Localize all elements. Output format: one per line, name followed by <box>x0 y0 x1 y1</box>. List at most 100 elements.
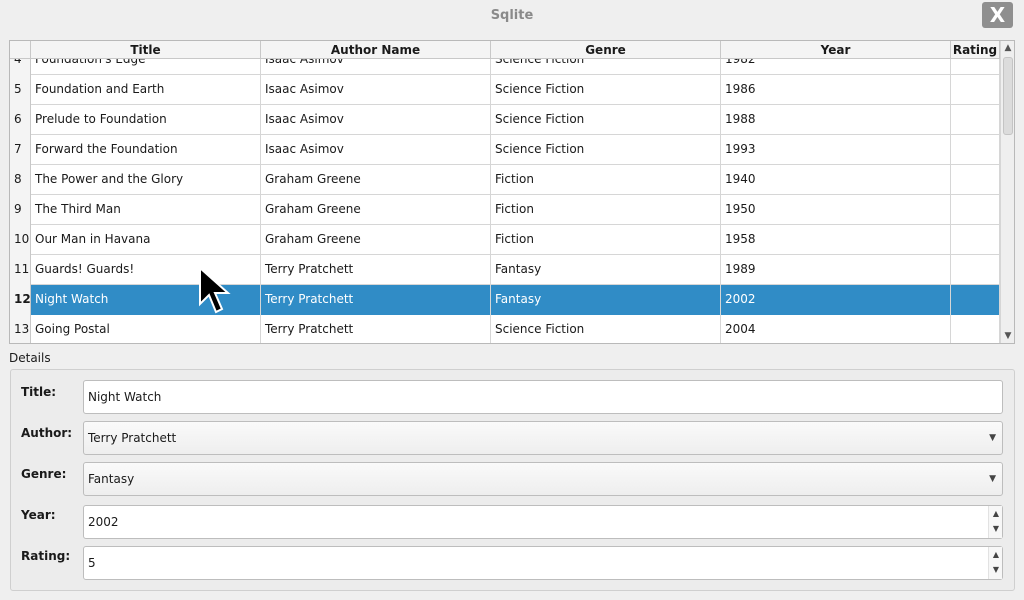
row-number[interactable]: 5 <box>10 75 31 105</box>
table-row[interactable]: 6 Prelude to Foundation Isaac Asimov Scienc… <box>10 105 1000 135</box>
year-spinbox[interactable]: 2002 ▲ ▼ <box>83 505 1003 539</box>
rating-spinbox[interactable]: 5 ▲ ▼ <box>83 546 1003 580</box>
cell-genre[interactable]: Science Fiction <box>491 105 721 135</box>
cell-author[interactable]: Terry Pratchett <box>261 285 491 315</box>
author-combobox[interactable]: Terry Pratchett ▼ <box>83 421 1003 455</box>
cell-rating[interactable] <box>951 59 1000 75</box>
column-header-author[interactable]: Author Name <box>261 41 491 59</box>
cell-genre[interactable]: Fantasy <box>491 255 721 285</box>
cell-year[interactable]: 1993 <box>721 135 951 165</box>
chevron-down-icon[interactable]: ▼ <box>991 522 1001 536</box>
cell-rating[interactable] <box>951 75 1000 105</box>
row-number[interactable]: 6 <box>10 105 31 135</box>
column-header-year[interactable]: Year <box>721 41 951 59</box>
mouse-pointer-icon <box>199 266 231 314</box>
cell-genre[interactable]: Science Fiction <box>491 59 721 75</box>
cell-author[interactable]: Terry Pratchett <box>261 255 491 285</box>
title-bar: Sqlite X <box>0 0 1024 34</box>
scroll-up-icon[interactable]: ▲ <box>1003 43 1013 53</box>
cell-rating[interactable] <box>951 255 1000 285</box>
row-number[interactable]: 9 <box>10 195 31 225</box>
cell-rating[interactable] <box>951 165 1000 195</box>
genre-combobox[interactable]: Fantasy ▼ <box>83 462 1003 496</box>
row-number[interactable]: 10 <box>10 225 31 255</box>
cell-genre[interactable]: Science Fiction <box>491 75 721 105</box>
table-row[interactable]: 10 Our Man in Havana Graham Greene Fiction 1… <box>10 225 1000 255</box>
cell-rating[interactable] <box>951 105 1000 135</box>
table-header: Title Author Name Genre Year Rating <box>10 41 1000 59</box>
table-row[interactable]: 8 The Power and the Glory Graham Greene Fic… <box>10 165 1000 195</box>
cell-author[interactable]: Isaac Asimov <box>261 135 491 165</box>
chevron-up-icon[interactable]: ▲ <box>991 507 1001 521</box>
cell-genre[interactable]: Science Fiction <box>491 135 721 165</box>
year-label: Year: <box>21 508 56 522</box>
cell-author[interactable]: Isaac Asimov <box>261 75 491 105</box>
cell-genre[interactable]: Science Fiction <box>491 315 721 343</box>
chevron-down-icon: ▼ <box>989 433 996 443</box>
cell-genre[interactable]: Fiction <box>491 195 721 225</box>
row-number[interactable]: 13 <box>10 315 31 343</box>
column-header-genre[interactable]: Genre <box>491 41 721 59</box>
cell-title[interactable]: The Third Man <box>31 195 261 225</box>
row-number[interactable]: 4 <box>10 59 31 75</box>
table-vertical-scrollbar[interactable]: ▲ ▼ <box>1000 41 1014 343</box>
genre-combobox-value: Fantasy <box>88 472 135 486</box>
table-row[interactable]: 12 Night Watch Terry Pratchett Fantasy 2002 <box>10 285 1000 315</box>
cell-year[interactable]: 1986 <box>721 75 951 105</box>
column-header-title[interactable]: Title <box>31 41 261 59</box>
cell-title[interactable]: Forward the Foundation <box>31 135 261 165</box>
cell-rating[interactable] <box>951 135 1000 165</box>
cell-genre[interactable]: Fantasy <box>491 285 721 315</box>
scroll-down-icon[interactable]: ▼ <box>1003 331 1013 341</box>
cell-year[interactable]: 1940 <box>721 165 951 195</box>
cell-year[interactable]: 1982 <box>721 59 951 75</box>
cell-title[interactable]: Foundation's Edge <box>31 59 261 75</box>
table-row[interactable]: 7 Forward the Foundation Isaac Asimov Scien… <box>10 135 1000 165</box>
cell-year[interactable]: 1958 <box>721 225 951 255</box>
table-row[interactable]: 5 Foundation and Earth Isaac Asimov Science… <box>10 75 1000 105</box>
cell-year[interactable]: 2004 <box>721 315 951 343</box>
cell-rating[interactable] <box>951 195 1000 225</box>
cell-year[interactable]: 1989 <box>721 255 951 285</box>
cell-rating[interactable] <box>951 315 1000 343</box>
table-row[interactable]: 13 Going Postal Terry Pratchett Science Fic… <box>10 315 1000 343</box>
cell-author[interactable]: Terry Pratchett <box>261 315 491 343</box>
cell-author[interactable]: Isaac Asimov <box>261 59 491 75</box>
row-number[interactable]: 8 <box>10 165 31 195</box>
cell-title[interactable]: Foundation and Earth <box>31 75 261 105</box>
cell-title[interactable]: Going Postal <box>31 315 261 343</box>
cell-title[interactable]: Our Man in Havana <box>31 225 261 255</box>
close-button[interactable]: X <box>982 2 1013 28</box>
year-spin-buttons: ▲ ▼ <box>988 506 1002 538</box>
row-number[interactable]: 7 <box>10 135 31 165</box>
cell-genre[interactable]: Fiction <box>491 225 721 255</box>
scrollbar-thumb[interactable] <box>1003 57 1013 135</box>
chevron-down-icon[interactable]: ▼ <box>991 563 1001 577</box>
cell-title[interactable]: Prelude to Foundation <box>31 105 261 135</box>
rating-spinbox-value: 5 <box>88 556 96 570</box>
rating-spin-buttons: ▲ ▼ <box>988 547 1002 579</box>
cell-author[interactable]: Graham Greene <box>261 195 491 225</box>
cell-year[interactable]: 1950 <box>721 195 951 225</box>
row-number[interactable]: 11 <box>10 255 31 285</box>
window-title: Sqlite <box>490 8 534 23</box>
main-window: Sqlite X Title Author Name Genre Year Ra… <box>0 0 1024 600</box>
column-header-rating[interactable]: Rating <box>951 41 1000 59</box>
cell-author[interactable]: Graham Greene <box>261 225 491 255</box>
table-body: 4 Foundation's Edge Isaac Asimov Science Fi… <box>10 59 1000 343</box>
cell-year[interactable]: 1988 <box>721 105 951 135</box>
cell-year[interactable]: 2002 <box>721 285 951 315</box>
table-corner[interactable] <box>10 41 31 59</box>
cell-title[interactable]: The Power and the Glory <box>31 165 261 195</box>
cell-rating[interactable] <box>951 225 1000 255</box>
cell-author[interactable]: Isaac Asimov <box>261 105 491 135</box>
table-row[interactable]: 11 Guards! Guards! Terry Pratchett Fantasy 1… <box>10 255 1000 285</box>
cell-author[interactable]: Graham Greene <box>261 165 491 195</box>
row-number[interactable]: 12 <box>10 285 31 315</box>
cell-genre[interactable]: Fiction <box>491 165 721 195</box>
table-row[interactable]: 4 Foundation's Edge Isaac Asimov Science Fi… <box>10 59 1000 75</box>
cell-rating[interactable] <box>951 285 1000 315</box>
table-row[interactable]: 9 The Third Man Graham Greene Fiction 1950 <box>10 195 1000 225</box>
chevron-up-icon[interactable]: ▲ <box>991 548 1001 562</box>
title-field[interactable]: Night Watch <box>83 380 1003 414</box>
